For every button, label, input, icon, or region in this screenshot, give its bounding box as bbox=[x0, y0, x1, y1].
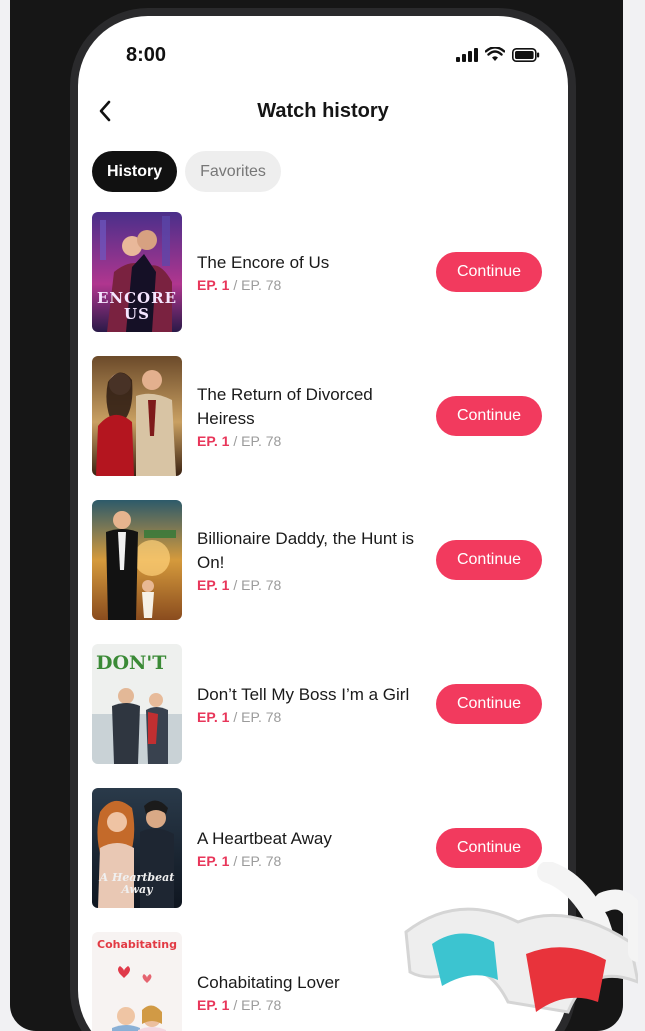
list-item[interactable]: Billionaire Daddy, the Hunt is On! EP. 1… bbox=[92, 497, 542, 641]
item-info: A Heartbeat Away EP. 1 / EP. 78 bbox=[197, 785, 417, 911]
signal-icon bbox=[456, 47, 478, 62]
item-info: Don’t Tell My Boss I’m a Girl EP. 1 / EP… bbox=[197, 641, 417, 767]
status-icons bbox=[456, 47, 540, 62]
episode-total: EP. 78 bbox=[241, 853, 282, 869]
tab-favorites[interactable]: Favorites bbox=[185, 151, 281, 192]
episode-total: EP. 78 bbox=[241, 433, 282, 449]
page-title: Watch history bbox=[257, 100, 389, 122]
list-item[interactable]: DON'T Don’t Tell My Boss I’m a Girl EP. … bbox=[92, 641, 542, 785]
tab-history[interactable]: History bbox=[92, 151, 178, 192]
item-info: The Return of Divorced Heiress EP. 1 / E… bbox=[197, 353, 417, 479]
item-info: The Encore of Us EP. 1 / EP. 78 bbox=[197, 209, 417, 335]
3d-glasses-icon bbox=[404, 862, 638, 1014]
episode-current: EP. 1 bbox=[197, 277, 230, 293]
episode-separator: / bbox=[229, 433, 242, 449]
episode-separator: / bbox=[229, 277, 242, 293]
item-title: Don’t Tell My Boss I’m a Girl bbox=[197, 685, 410, 704]
continue-button[interactable]: Continue bbox=[436, 252, 542, 292]
cover-image: DON'T bbox=[92, 644, 182, 764]
item-info: Billionaire Daddy, the Hunt is On! EP. 1… bbox=[197, 497, 417, 623]
episode-separator: / bbox=[229, 997, 242, 1013]
cover-image: ENCORE US bbox=[92, 212, 182, 332]
episode-current: EP. 1 bbox=[197, 433, 230, 449]
episode-current: EP. 1 bbox=[197, 853, 230, 869]
wifi-icon bbox=[485, 47, 505, 61]
list-item[interactable]: ENCORE US The Encore of Us EP. 1 / EP. 7… bbox=[92, 209, 542, 353]
item-title: Cohabitating Lover bbox=[197, 973, 340, 992]
cover-image: A Heartbeat Away bbox=[92, 788, 182, 908]
cover-title-text: DON'T bbox=[96, 652, 167, 674]
episode-total: EP. 78 bbox=[241, 709, 282, 725]
episode-progress: EP. 1 / EP. 78 bbox=[197, 433, 417, 449]
episode-total: EP. 78 bbox=[241, 577, 282, 593]
episode-progress: EP. 1 / EP. 78 bbox=[197, 997, 417, 1013]
cover-image: Cohabitating bbox=[92, 932, 182, 1031]
status-bar: 8:00 bbox=[78, 16, 568, 86]
continue-button[interactable]: Continue bbox=[436, 684, 542, 724]
item-title: The Encore of Us bbox=[197, 253, 330, 272]
episode-current: EP. 1 bbox=[197, 577, 230, 593]
continue-button[interactable]: Continue bbox=[436, 396, 542, 436]
nav-bar: Watch history bbox=[78, 90, 568, 134]
cover-title-text: A Heartbeat Away bbox=[99, 871, 175, 896]
episode-separator: / bbox=[229, 853, 242, 869]
item-title: The Return of Divorced Heiress bbox=[197, 385, 373, 428]
episode-total: EP. 78 bbox=[241, 997, 282, 1013]
status-time: 8:00 bbox=[126, 44, 167, 66]
item-title: A Heartbeat Away bbox=[197, 829, 332, 848]
cover-image bbox=[92, 500, 182, 620]
episode-separator: / bbox=[229, 577, 242, 593]
list-item[interactable]: The Return of Divorced Heiress EP. 1 / E… bbox=[92, 353, 542, 497]
episode-progress: EP. 1 / EP. 78 bbox=[197, 709, 417, 725]
episode-current: EP. 1 bbox=[197, 709, 230, 725]
episode-progress: EP. 1 / EP. 78 bbox=[197, 853, 417, 869]
item-title: Billionaire Daddy, the Hunt is On! bbox=[197, 529, 415, 572]
cover-image bbox=[92, 356, 182, 476]
tab-bar: History Favorites bbox=[92, 151, 281, 192]
cover-title-text: Cohabitating bbox=[97, 938, 177, 951]
cover-title-text: ENCORE US bbox=[96, 289, 178, 323]
episode-progress: EP. 1 / EP. 78 bbox=[197, 277, 417, 293]
episode-current: EP. 1 bbox=[197, 997, 230, 1013]
episode-separator: / bbox=[229, 709, 242, 725]
battery-icon bbox=[512, 47, 540, 62]
episode-total: EP. 78 bbox=[241, 277, 282, 293]
episode-progress: EP. 1 / EP. 78 bbox=[197, 577, 417, 593]
continue-button[interactable]: Continue bbox=[436, 540, 542, 580]
item-info: Cohabitating Lover EP. 1 / EP. 78 bbox=[197, 929, 417, 1031]
